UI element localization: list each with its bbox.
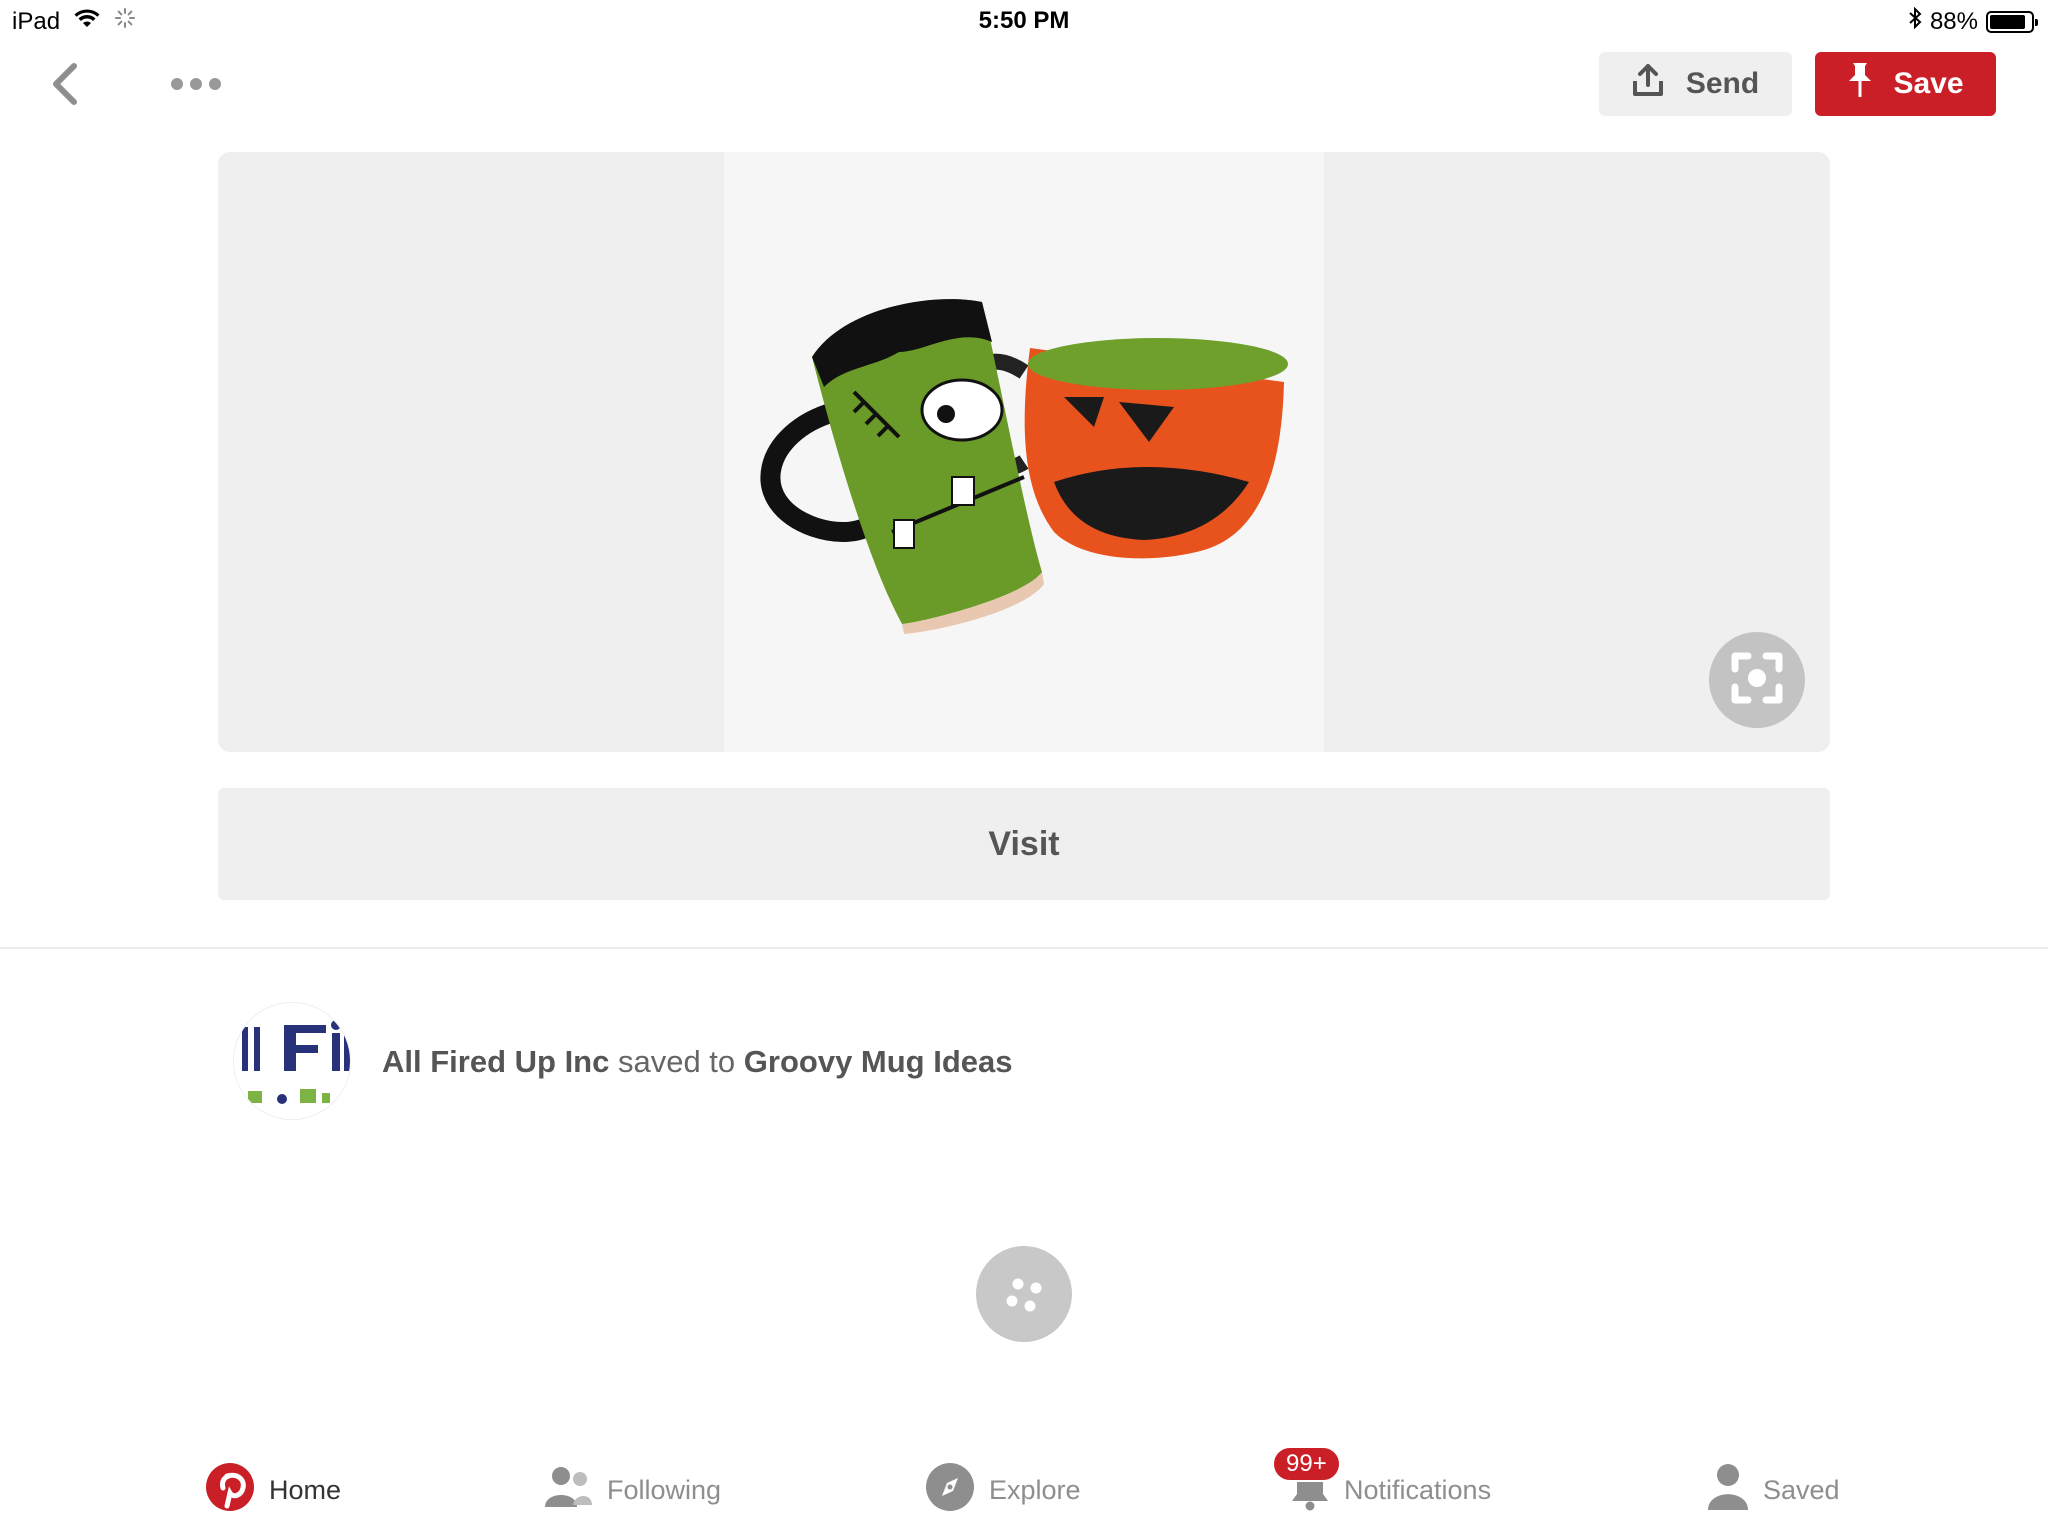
send-button[interactable]: Send — [1599, 52, 1792, 116]
people-icon — [543, 1465, 593, 1516]
tab-bar: Home Following Explore Notifications Sav… — [0, 1430, 2048, 1536]
pinterest-logo-icon — [205, 1462, 255, 1519]
pinner-name[interactable]: All Fired Up Inc — [382, 1044, 609, 1079]
save-label: Save — [1893, 67, 1964, 100]
pin-image[interactable] — [724, 152, 1324, 752]
tab-label-following: Following — [607, 1474, 722, 1505]
all-fired-up-logo — [234, 1003, 350, 1119]
bluetooth-icon — [1908, 6, 1922, 36]
tab-saved[interactable]: Saved — [1707, 1462, 1840, 1518]
chevron-left-icon — [50, 62, 80, 111]
board-name[interactable]: Groovy Mug Ideas — [744, 1044, 1013, 1079]
tab-label-explore: Explore — [989, 1474, 1081, 1505]
loading-indicator — [976, 1246, 1072, 1342]
status-time: 5:50 PM — [978, 7, 1070, 34]
visit-button[interactable]: Visit — [218, 788, 1830, 900]
pin-image-frame[interactable] — [218, 152, 1830, 752]
battery-level — [1990, 14, 2026, 29]
ellipsis-icon — [170, 77, 222, 96]
pushpin-icon — [1847, 61, 1873, 107]
person-icon — [1707, 1463, 1749, 1518]
loading-dots-icon — [1006, 1278, 1042, 1312]
battery-percent: 88% — [1929, 7, 1978, 35]
notifications-badge: 99+ — [1272, 1446, 1341, 1482]
visual-search-button[interactable] — [1709, 632, 1805, 728]
divider — [0, 947, 2048, 949]
save-button[interactable]: Save — [1815, 52, 1996, 116]
tab-label-saved: Saved — [1763, 1474, 1840, 1505]
send-label: Send — [1685, 67, 1760, 100]
back-button[interactable] — [40, 58, 90, 114]
more-options-button[interactable] — [160, 64, 232, 108]
avatar[interactable] — [233, 1002, 351, 1120]
tab-label-notifications: Notifications — [1344, 1474, 1492, 1505]
attribution-connector: saved to — [609, 1044, 744, 1079]
compass-icon — [925, 1462, 975, 1519]
tab-home[interactable]: Home — [205, 1462, 341, 1518]
mugs-illustration — [760, 299, 1288, 634]
share-upload-icon — [1632, 63, 1664, 105]
tab-following[interactable]: Following — [543, 1462, 721, 1518]
status-bar: iPad 5:50 PM 88% — [0, 0, 2048, 40]
tab-label-home: Home — [269, 1474, 342, 1505]
tab-explore[interactable]: Explore — [925, 1462, 1081, 1518]
visual-search-icon — [1730, 651, 1784, 710]
battery-icon — [1986, 10, 2038, 33]
pin-attribution: All Fired Up Inc saved to Groovy Mug Ide… — [382, 1044, 1013, 1080]
